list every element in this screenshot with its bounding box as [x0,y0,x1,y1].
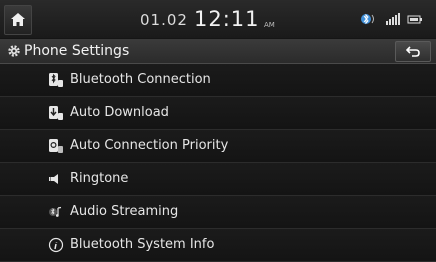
status-bar: 01.02 12:11 AM [0,0,436,38]
menu-item-ringtone[interactable]: Ringtone [0,163,436,196]
menu-item-bluetooth-connection[interactable]: Bluetooth Connection [0,64,436,97]
ringtone-icon [49,174,58,184]
bluetooth-device-icon [49,73,63,87]
menu-item-bluetooth-system-info[interactable]: Bluetooth System Info [0,229,436,262]
bluetooth-connected-icon [361,13,374,25]
priority-phone-icon [49,139,63,153]
battery-icon [407,15,422,24]
home-icon [11,13,25,26]
ampm-indicator: AM [264,21,275,29]
page-title: Phone Settings [24,43,130,59]
menu-item-auto-connection-priority[interactable]: Auto Connection Priority [0,130,436,163]
menu-item-label: Audio Streaming [70,204,179,219]
back-button[interactable] [395,41,431,62]
menu-item-label: Auto Connection Priority [70,138,229,153]
gear-icon [8,45,20,57]
menu-item-label: Bluetooth System Info [70,237,215,252]
info-icon [48,237,64,253]
download-phone-icon [49,106,63,120]
menu-item-label: Auto Download [70,105,169,120]
menu-item-label: Ringtone [70,171,129,186]
title-bar: Phone Settings [0,39,436,64]
clock-display: 12:11 [194,7,260,31]
menu-item-label: Bluetooth Connection [70,72,211,87]
status-icons [360,12,426,26]
home-button[interactable] [4,5,32,35]
date-display: 01.02 [140,11,188,29]
audio-streaming-icon [49,206,62,217]
settings-list: Bluetooth Connection Auto Download Auto … [0,64,436,262]
signal-strength-icon [386,13,400,25]
back-arrow-icon [406,46,420,57]
menu-item-auto-download[interactable]: Auto Download [0,97,436,130]
menu-item-audio-streaming[interactable]: Audio Streaming [0,196,436,229]
